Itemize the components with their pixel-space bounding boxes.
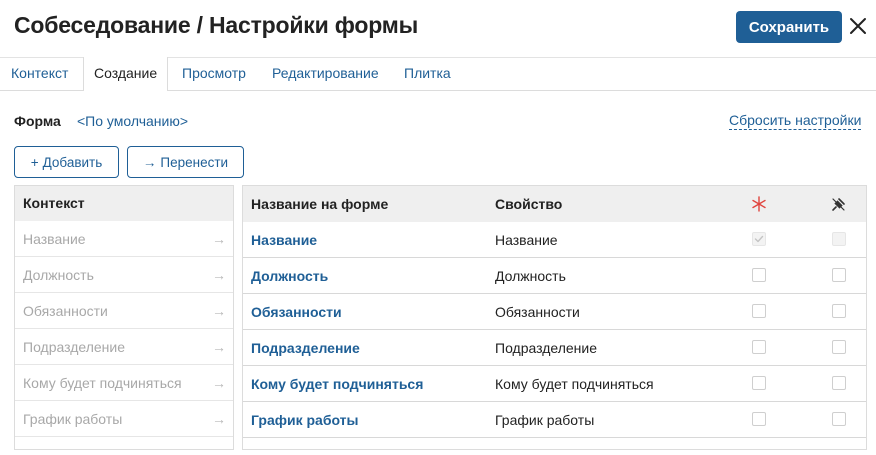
field-property: Должность — [495, 268, 566, 284]
readonly-checkbox[interactable] — [832, 340, 846, 354]
tab-tile[interactable]: Плитка — [394, 57, 461, 90]
tab-context[interactable]: Контекст — [1, 57, 78, 90]
pin-off-icon[interactable] — [831, 197, 846, 212]
readonly-checkbox[interactable] — [832, 268, 846, 282]
field-property: Кому будет подчиняться — [495, 376, 654, 392]
fields-table: Название на форме Свойство Название Назва… — [242, 185, 867, 450]
field-name-link[interactable]: Название — [251, 222, 317, 258]
readonly-checkbox[interactable] — [832, 412, 846, 426]
close-icon[interactable] — [848, 14, 868, 38]
field-name-link[interactable]: Кому будет подчиняться — [251, 366, 423, 402]
reset-settings-link[interactable]: Сбросить настройки — [729, 112, 862, 130]
arrow-right-icon[interactable]: → — [212, 329, 226, 365]
form-label: Форма — [14, 113, 61, 129]
column-name-header: Название на форме — [251, 196, 389, 212]
context-list-item[interactable]: Должность → — [15, 257, 233, 293]
table-header: Название на форме Свойство — [243, 186, 866, 222]
table-row: Подразделение Подразделение — [243, 330, 866, 366]
context-panel: Контекст Название → Должность → Обязанности →… — [14, 185, 234, 450]
context-list-item[interactable]: Кому будет подчиняться → — [15, 365, 233, 401]
field-name-link[interactable]: Обязанности — [251, 294, 342, 330]
context-item-label: График работы — [23, 411, 123, 427]
tab-create[interactable]: Создание — [83, 57, 169, 91]
context-list-item[interactable]: График работы → — [15, 401, 233, 437]
arrow-right-icon[interactable]: → — [212, 293, 226, 329]
form-select-link[interactable]: <По умолчанию> — [77, 113, 188, 129]
field-name-link[interactable]: Подразделение — [251, 330, 360, 366]
arrow-right-icon: → — [142, 154, 157, 170]
required-checkbox[interactable] — [752, 376, 766, 390]
context-item-label: Должность — [23, 267, 94, 283]
context-item-label: Название — [23, 231, 86, 247]
readonly-checkbox[interactable] — [832, 304, 846, 318]
readonly-checkbox[interactable] — [832, 376, 846, 390]
save-button[interactable]: Сохранить — [736, 11, 842, 43]
asterisk-icon[interactable] — [751, 196, 767, 212]
arrow-right-icon[interactable]: → — [212, 221, 226, 257]
context-item-label: Кому будет подчиняться — [23, 375, 182, 391]
page-title: Собеседование / Настройки формы — [14, 12, 419, 38]
table-row: Должность Должность — [243, 258, 866, 294]
context-list-item[interactable]: Подразделение → — [15, 329, 233, 365]
required-checkbox[interactable] — [752, 412, 766, 426]
context-item-label: Подразделение — [23, 339, 126, 355]
context-list-item[interactable]: Обязанности → — [15, 293, 233, 329]
field-name-link[interactable]: График работы — [251, 402, 359, 438]
required-checkbox[interactable] — [752, 268, 766, 282]
required-checkbox[interactable] — [752, 304, 766, 318]
table-row: Обязанности Обязанности — [243, 294, 866, 330]
field-property: Подразделение — [495, 340, 598, 356]
context-item-label: Обязанности — [23, 303, 108, 319]
required-checkbox — [752, 232, 766, 246]
arrow-right-icon[interactable]: → — [212, 365, 226, 401]
arrow-right-icon[interactable]: → — [212, 401, 226, 437]
table-row: Кому будет подчиняться Кому будет подчиня… — [243, 366, 866, 402]
tab-view[interactable]: Просмотр — [172, 57, 256, 90]
move-button[interactable]: → Перенести — [127, 146, 244, 178]
add-button[interactable]: + Добавить — [14, 146, 119, 178]
header: Собеседование / Настройки формы Сохранит… — [0, 0, 876, 58]
context-list-item[interactable]: Название → — [15, 221, 233, 257]
context-panel-header: Контекст — [15, 186, 233, 221]
context-list: Название → Должность → Обязанности → Подраздел… — [15, 221, 233, 437]
required-checkbox[interactable] — [752, 340, 766, 354]
field-property: Обязанности — [495, 304, 580, 320]
readonly-checkbox — [832, 232, 846, 246]
field-property: График работы — [495, 412, 595, 428]
arrow-right-icon[interactable]: → — [212, 257, 226, 293]
field-property: Название — [495, 232, 558, 248]
table-row: График работы График работы — [243, 402, 866, 438]
tab-bar: Контекст Создание Просмотр Редактировани… — [0, 57, 876, 91]
column-property-header: Свойство — [495, 196, 563, 212]
tab-edit[interactable]: Редактирование — [262, 57, 389, 90]
move-button-label: Перенести — [160, 154, 229, 170]
table-body: Название Название Должность Должность Обязан… — [243, 222, 866, 438]
field-name-link[interactable]: Должность — [251, 258, 328, 294]
add-button-label: Добавить — [42, 154, 103, 170]
plus-icon: + — [30, 154, 39, 170]
table-row: Название Название — [243, 222, 866, 258]
